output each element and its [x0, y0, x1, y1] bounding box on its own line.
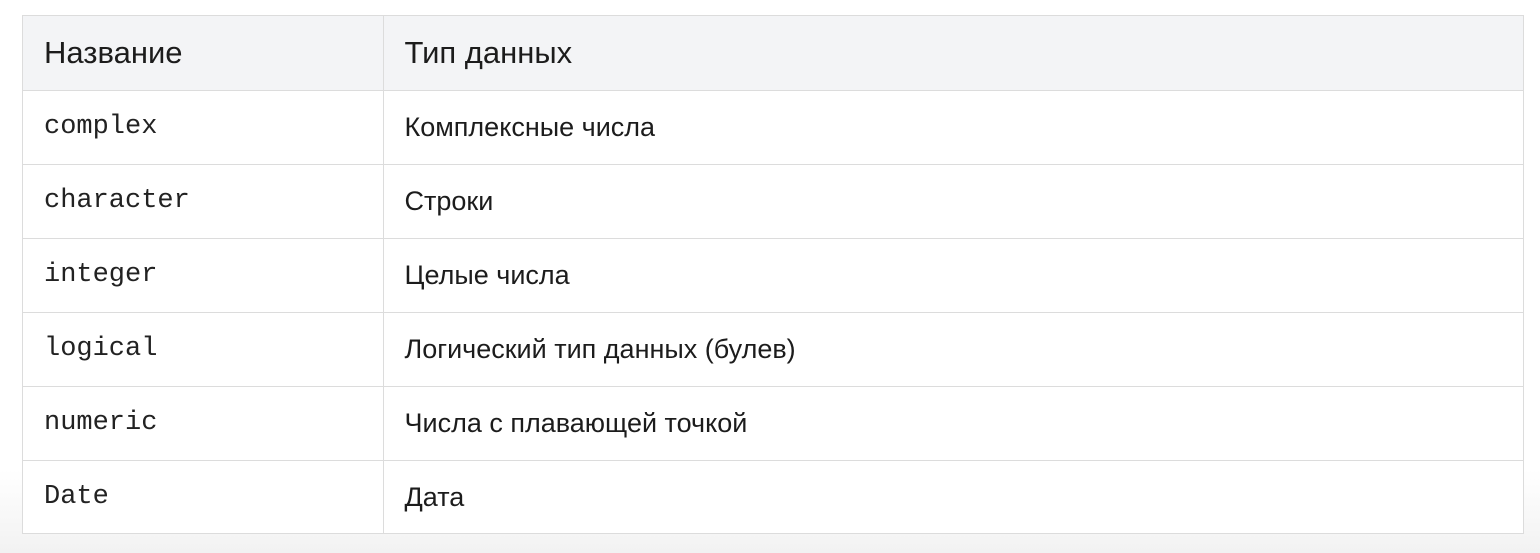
- row-type-cell: Числа с плавающей точкой: [383, 386, 1523, 461]
- table-row: integer Целые числа: [23, 238, 1523, 313]
- row-name-cell: integer: [23, 238, 384, 313]
- row-type-cell: Логический тип данных (булев): [383, 312, 1523, 387]
- row-type-cell: Строки: [383, 164, 1523, 239]
- table-row: numeric Числа с плавающей точкой: [23, 386, 1523, 461]
- table-row: character Строки: [23, 164, 1523, 239]
- row-type-cell: Комплексные числа: [383, 90, 1523, 165]
- header-row: Название Тип данных: [23, 16, 1523, 91]
- row-type-cell: Дата: [404, 481, 465, 512]
- row-name-cell: numeric: [23, 386, 384, 461]
- table-row: logical Логический тип данных (булев): [23, 312, 1523, 387]
- row-name-cell: logical: [23, 312, 384, 387]
- data-types-table: Название Тип данных complex Комплексные …: [23, 16, 1523, 534]
- row-name-cell: character: [23, 164, 384, 239]
- data-types-table-container: Название Тип данных complex Комплексные …: [22, 15, 1524, 534]
- row-type-cell: Целые числа: [383, 238, 1523, 313]
- header-name: Название: [23, 16, 384, 91]
- table-body: complex Комплексные числа character Стро…: [23, 90, 1523, 534]
- table-header: Название Тип данных: [23, 16, 1523, 91]
- header-type: Тип данных: [383, 16, 1523, 91]
- table-row: Date Дата: [23, 460, 1523, 534]
- row-name-cell: complex: [23, 90, 384, 165]
- row-name-cell: Date: [23, 460, 384, 534]
- table-row: complex Комплексные числа: [23, 90, 1523, 165]
